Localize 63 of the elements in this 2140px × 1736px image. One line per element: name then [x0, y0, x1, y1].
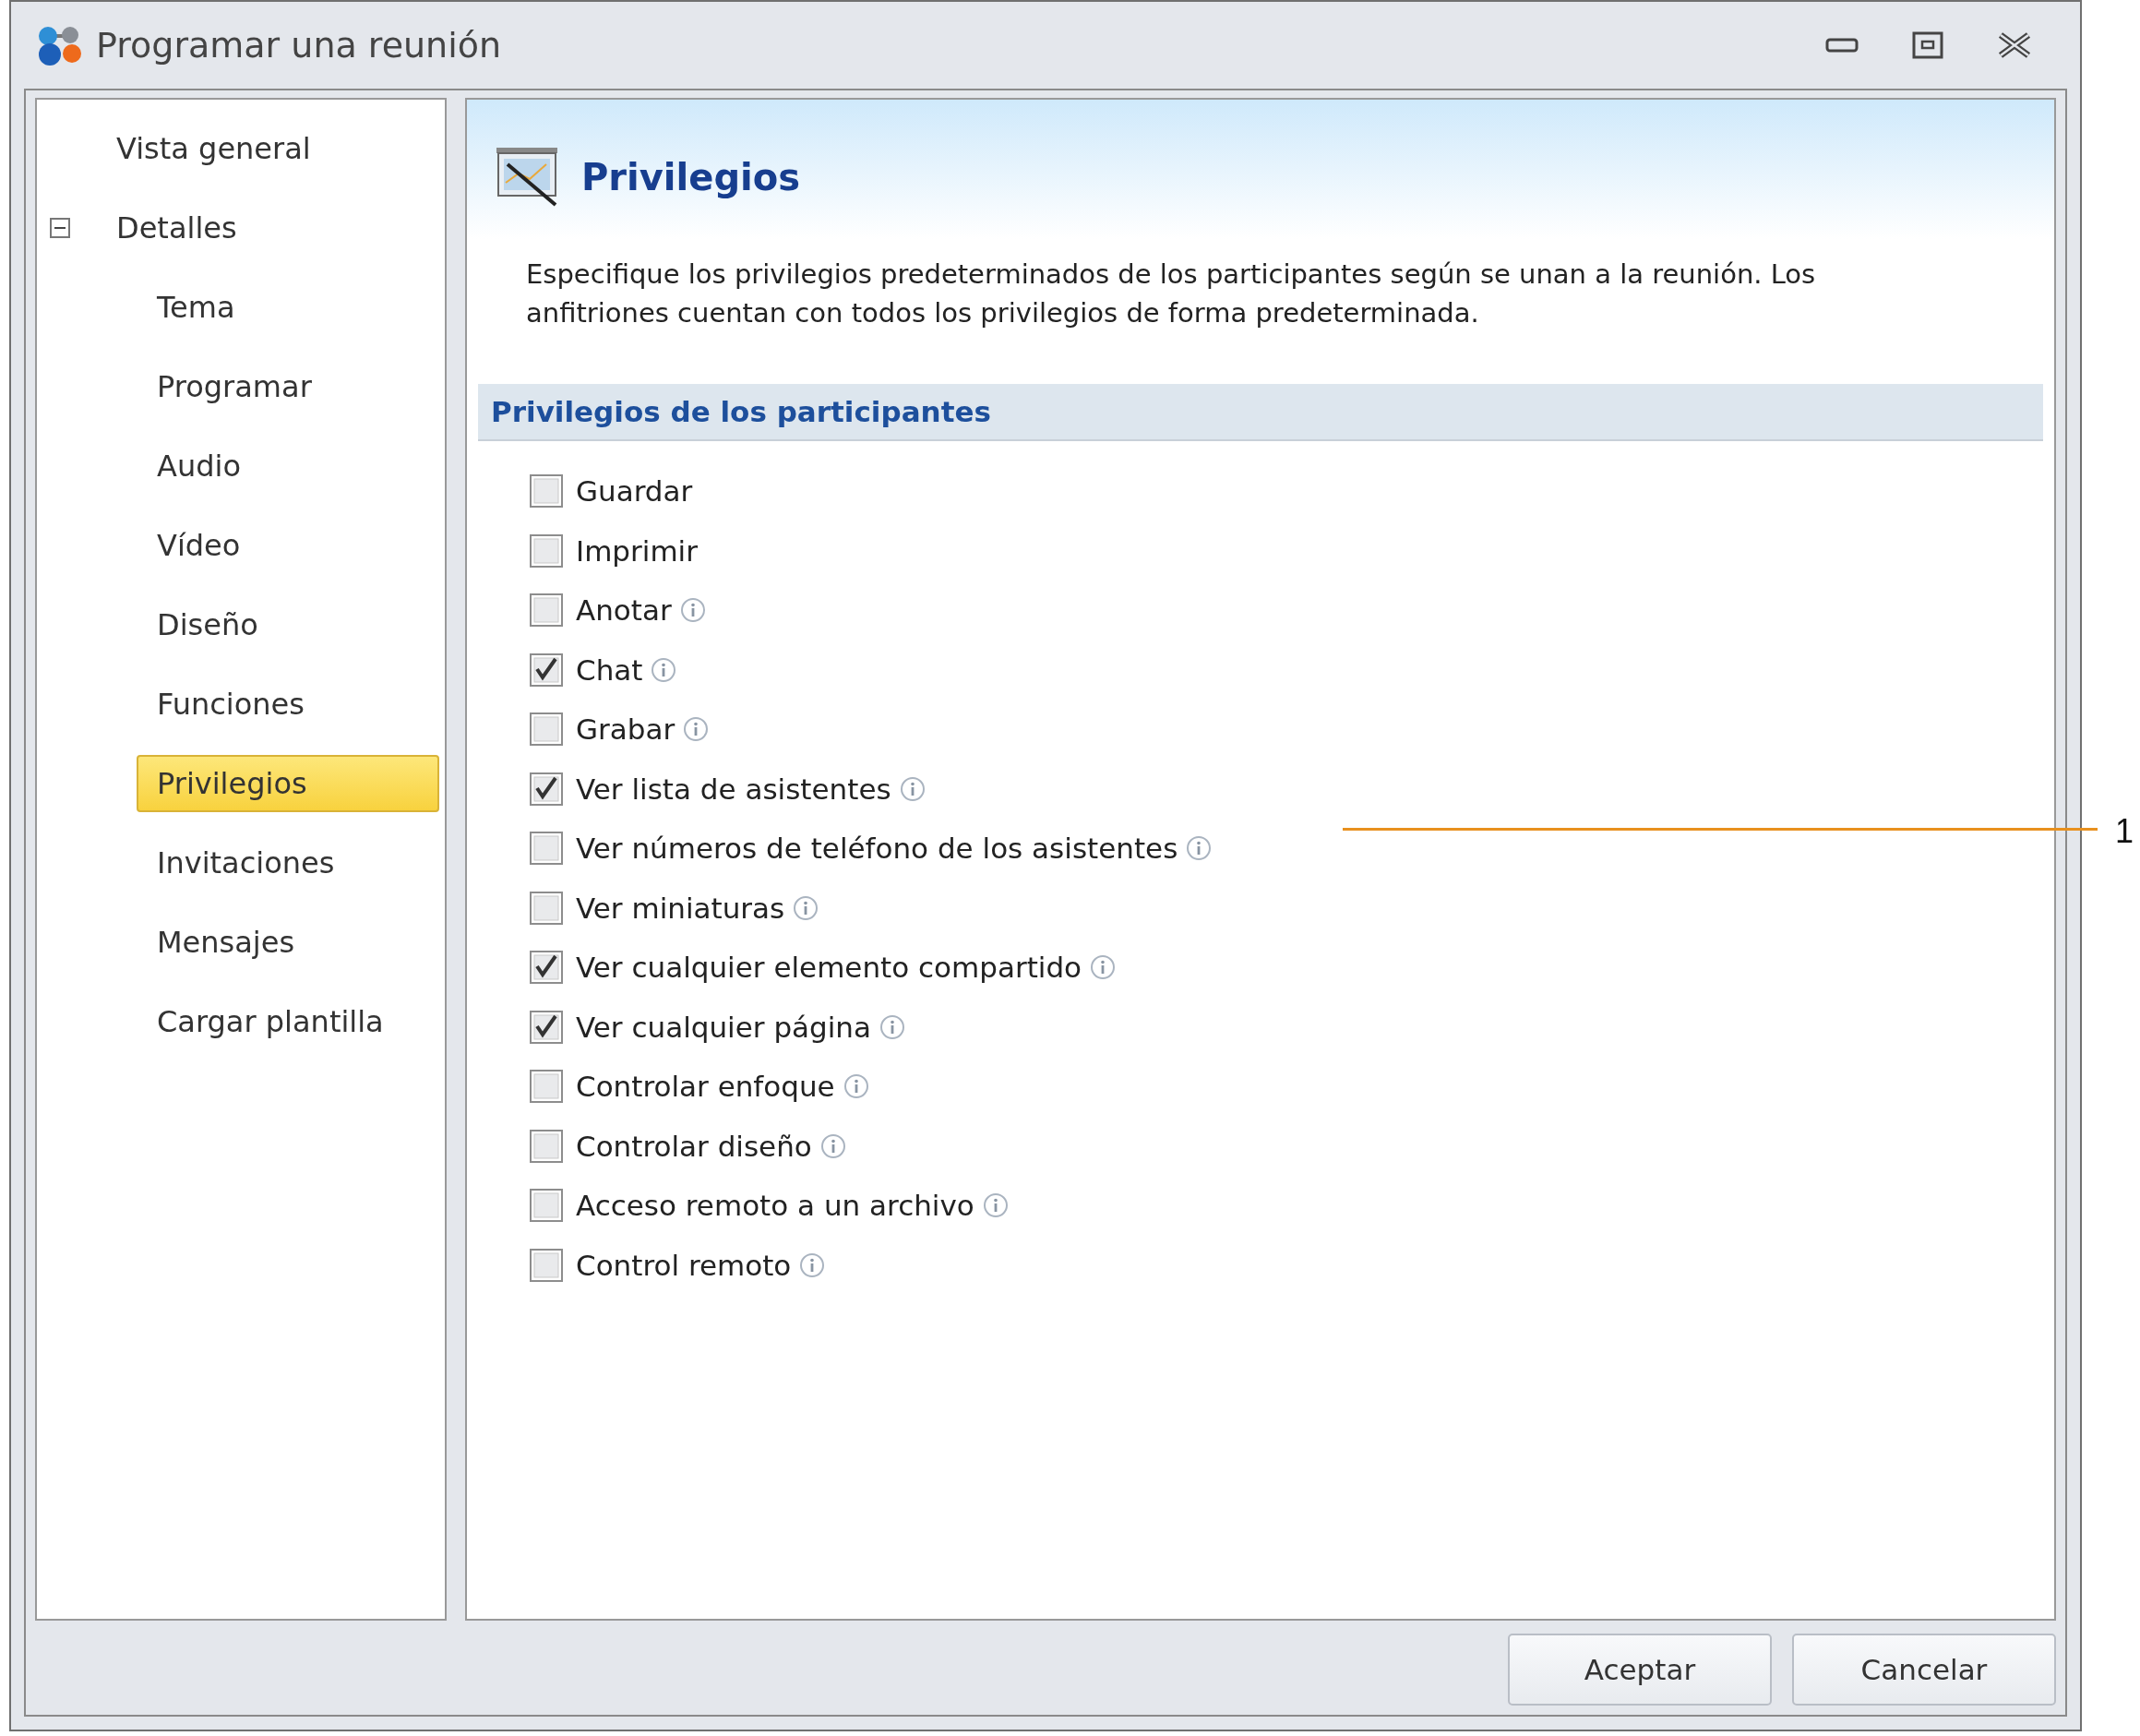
checkbox-label[interactable]: Grabar	[576, 712, 675, 747]
info-icon[interactable]	[650, 655, 678, 684]
checkbox-label[interactable]: Controlar diseño	[576, 1129, 812, 1163]
maximize-icon[interactable]	[1912, 31, 1943, 59]
checkbox[interactable]	[530, 832, 563, 866]
checkbox-label[interactable]: Control remoto	[576, 1248, 792, 1282]
checkbox[interactable]	[530, 533, 563, 568]
checkbox-label[interactable]: Ver números de teléfono de los asistentes	[576, 832, 1178, 866]
checkbox-label[interactable]: Controlar enfoque	[576, 1070, 835, 1104]
close-icon[interactable]	[1997, 31, 2032, 59]
window-title: Programar una reunión	[96, 25, 503, 66]
checkbox-label[interactable]: Chat	[576, 652, 643, 687]
nav-item[interactable]: Diseño	[137, 596, 279, 653]
info-icon[interactable]	[819, 1131, 847, 1160]
info-icon[interactable]	[981, 1191, 1010, 1220]
info-icon[interactable]	[898, 774, 927, 803]
nav-item[interactable]: Audio	[137, 437, 261, 495]
page-title: Privilegios	[581, 156, 800, 198]
collapse-icon[interactable]	[50, 218, 70, 238]
info-icon[interactable]	[798, 1251, 827, 1279]
checkbox[interactable]	[530, 772, 563, 806]
description-text: Especifique los privilegios predeterminados de los participantes según se unan a la reunión. Los anfitriones cuentan con todos los privilegios de forma predeterminada.	[526, 257, 1817, 330]
nav-item[interactable]: Programar	[137, 358, 332, 415]
info-icon[interactable]	[682, 715, 711, 744]
checkbox-label[interactable]: Ver lista de asistentes	[576, 772, 891, 806]
info-icon[interactable]	[678, 596, 707, 625]
minimize-icon[interactable]	[1825, 37, 1859, 54]
nav-item[interactable]: Cargar plantilla	[137, 993, 404, 1050]
nav-item[interactable]: Vídeo	[137, 517, 261, 574]
callout-number: 1	[2115, 812, 2134, 851]
dialog-button[interactable]: Aceptar	[1508, 1634, 1772, 1706]
info-icon[interactable]	[792, 893, 820, 922]
info-icon[interactable]	[879, 1012, 906, 1041]
checkbox[interactable]	[530, 1248, 563, 1282]
checkbox-label[interactable]: Ver cualquier página	[576, 1010, 871, 1044]
dialog-button[interactable]: Cancelar	[1792, 1634, 2056, 1706]
checkbox-label[interactable]: Acceso remoto a un archivo	[576, 1189, 974, 1223]
nav-item[interactable]: Vista general	[96, 120, 331, 177]
checkbox[interactable]	[530, 1070, 563, 1104]
nav-item[interactable]: Privilegios	[137, 755, 439, 812]
checkbox[interactable]	[530, 712, 563, 747]
checkbox[interactable]	[530, 951, 563, 985]
checkbox[interactable]	[530, 652, 563, 687]
checkbox-label[interactable]: Anotar	[576, 593, 672, 628]
checkbox[interactable]	[530, 474, 563, 509]
nav-item[interactable]: Tema	[137, 279, 256, 336]
checkbox-label[interactable]: Guardar	[576, 474, 693, 509]
info-icon[interactable]	[1185, 834, 1213, 863]
nav-item[interactable]: Detalles	[96, 199, 257, 257]
checkbox[interactable]	[530, 1189, 563, 1223]
nav-item[interactable]: Mensajes	[137, 914, 316, 971]
checkbox[interactable]	[530, 1129, 563, 1163]
nav-item[interactable]: Funciones	[137, 676, 325, 733]
checkbox-label[interactable]: Ver cualquier elemento compartido	[576, 951, 1082, 985]
checkbox-label[interactable]: Ver miniaturas	[576, 891, 785, 925]
section-header: Privilegios de los participantes	[478, 384, 2043, 441]
checkbox[interactable]	[530, 891, 563, 925]
checkbox[interactable]	[530, 1010, 563, 1044]
nav-item[interactable]: Invitaciones	[137, 834, 355, 892]
checkbox-label[interactable]: Imprimir	[576, 533, 698, 568]
info-icon[interactable]	[842, 1072, 870, 1101]
checkbox[interactable]	[530, 593, 563, 628]
info-icon[interactable]	[1089, 953, 1118, 982]
